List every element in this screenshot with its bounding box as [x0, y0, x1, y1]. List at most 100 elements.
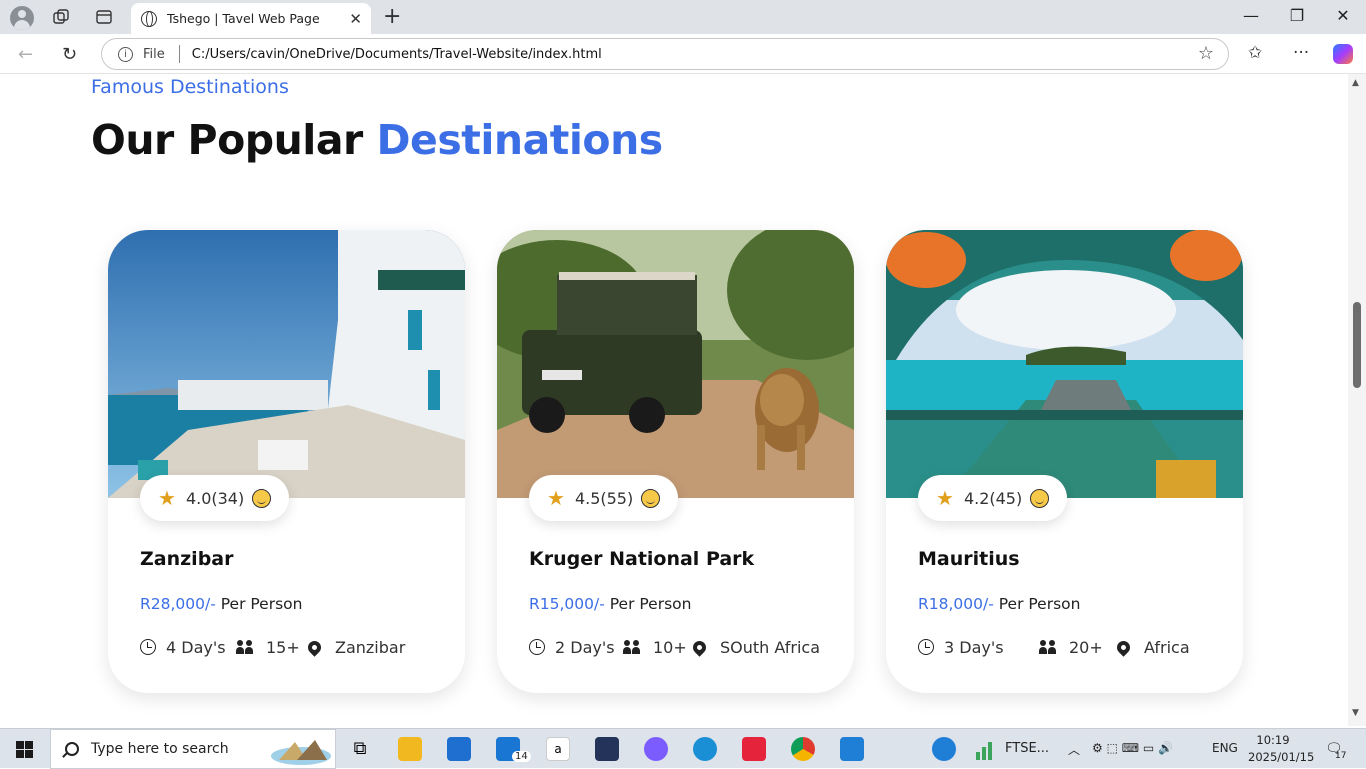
info-icon[interactable]: i [118, 46, 133, 62]
profile-icon[interactable] [10, 6, 34, 30]
location: Zanzibar [335, 637, 406, 657]
destination-card[interactable]: ★ 4.2(45) Mauritius R18,000/- Per Person… [886, 230, 1243, 693]
price-unit: Per Person [993, 595, 1081, 613]
heading-accent: Destinations [376, 116, 664, 164]
section-heading: Our Popular Destinations [91, 116, 663, 164]
help-icon[interactable] [932, 737, 956, 761]
price: R18,000/- Per Person [918, 595, 1080, 613]
tray-chevron-icon[interactable]: ︿ [1068, 741, 1080, 758]
destination-name[interactable]: Kruger National Park [529, 548, 754, 570]
destination-name[interactable]: Mauritius [918, 548, 1020, 570]
copilot-app-icon[interactable] [644, 737, 668, 761]
browser-tab-bar: Tshego | Tavel Web Page ✕ + — ❐ ✕ [0, 0, 1366, 34]
mail-badge: 14 [512, 751, 531, 762]
destination-image [497, 230, 854, 498]
language-indicator[interactable]: ENG [1212, 741, 1238, 755]
destination-card[interactable]: ★ 4.5(55) Kruger National Park R15,000/-… [497, 230, 854, 693]
file-explorer-icon[interactable] [398, 737, 422, 761]
chrome-icon[interactable] [791, 737, 815, 761]
taskbar-search[interactable]: Type here to search [50, 729, 336, 769]
vscode-icon[interactable] [840, 737, 864, 761]
favorite-star-icon[interactable]: ☆ [1198, 43, 1214, 64]
tab-title: Tshego | Tavel Web Page [167, 11, 320, 26]
smile-emoji-icon [252, 488, 272, 508]
price: R28,000/- Per Person [140, 595, 302, 613]
scroll-up-icon[interactable]: ▲ [1352, 78, 1359, 88]
ftse-widget[interactable]: FTSE... [1005, 741, 1049, 756]
group-size: 20+ [1069, 637, 1103, 657]
star-icon: ★ [547, 486, 565, 510]
app-icon[interactable] [595, 737, 619, 761]
notification-count: 17 [1335, 751, 1347, 761]
back-icon[interactable]: ← [18, 44, 33, 65]
group-icon [236, 640, 254, 654]
duration: 3 Day's [944, 637, 1004, 657]
close-tab-icon[interactable]: ✕ [349, 10, 362, 28]
globe-icon [141, 10, 157, 27]
rating-value: 4.2(45) [963, 488, 1023, 508]
tray-status-icons[interactable]: ⚙ ⬚ ⌨ ▭ 🔊 [1092, 741, 1173, 755]
store-icon[interactable] [447, 737, 471, 761]
dailymotion-icon[interactable] [742, 737, 766, 761]
destination-name[interactable]: Zanzibar [140, 548, 234, 570]
search-highlight-icon [271, 740, 331, 765]
price-unit: Per Person [215, 595, 303, 613]
location: Africa [1144, 637, 1190, 657]
favorites-icon[interactable]: ✩ [1248, 43, 1262, 63]
group-size: 15+ [266, 637, 300, 657]
price-unit: Per Person [604, 595, 692, 613]
task-view-icon[interactable]: ⧉ [348, 737, 372, 761]
price-amount: R18,000/- [918, 595, 994, 613]
location-pin-icon [690, 637, 709, 657]
rating-badge: ★ 4.5(55) [529, 475, 679, 521]
date: 2025/01/15 [1248, 750, 1315, 764]
tab-actions-icon[interactable] [95, 8, 113, 26]
trip-meta: 4 Day's 15+ Zanzibar [140, 636, 440, 658]
scroll-down-icon[interactable]: ▼ [1352, 708, 1359, 718]
refresh-icon[interactable]: ↻ [62, 44, 77, 65]
group-icon [623, 640, 641, 654]
address-bar[interactable]: i File C:/Users/cavin/OneDrive/Documents… [101, 38, 1229, 70]
duration: 4 Day's [166, 637, 226, 657]
close-window-icon[interactable]: ✕ [1328, 6, 1358, 25]
new-tab-icon[interactable]: + [383, 4, 401, 29]
stocks-icon[interactable] [974, 738, 998, 760]
minimize-icon[interactable]: — [1236, 6, 1266, 25]
rating-value: 4.5(55) [574, 488, 634, 508]
price: R15,000/- Per Person [529, 595, 691, 613]
rating-badge: ★ 4.0(34) [140, 475, 290, 521]
wink-emoji-icon [641, 488, 661, 508]
destination-image [886, 230, 1243, 498]
divider [178, 45, 180, 63]
search-icon [65, 742, 79, 756]
tab-active[interactable]: Tshego | Tavel Web Page ✕ [131, 3, 371, 34]
duration: 2 Day's [555, 637, 615, 657]
search-placeholder: Type here to search [91, 741, 229, 757]
web-page: Famous Destinations Our Popular Destinat… [0, 74, 1348, 726]
trip-meta: 2 Day's 10+ SOuth Africa [529, 636, 829, 658]
heading-main: Our Popular [91, 116, 377, 164]
workspaces-icon[interactable] [52, 8, 70, 26]
price-amount: R15,000/- [529, 595, 605, 613]
star-icon: ★ [158, 486, 176, 510]
copilot-icon[interactable] [1333, 44, 1353, 64]
restore-icon[interactable]: ❐ [1282, 6, 1312, 25]
scroll-thumb[interactable] [1353, 302, 1361, 388]
more-menu-icon[interactable]: ··· [1293, 43, 1309, 63]
star-icon: ★ [936, 486, 954, 510]
clock-icon [529, 639, 545, 655]
destination-card[interactable]: ★ 4.0(34) Zanzibar R28,000/- Per Person … [108, 230, 465, 693]
group-size: 10+ [653, 637, 687, 657]
location-pin-icon [1114, 637, 1133, 657]
edge-icon[interactable] [693, 737, 717, 761]
page-scrollbar[interactable]: ▲ ▼ [1348, 74, 1366, 726]
url-text[interactable]: C:/Users/cavin/OneDrive/Documents/Travel… [192, 47, 602, 62]
amazon-icon[interactable]: a [546, 737, 570, 761]
location: SOuth Africa [720, 637, 821, 657]
smile-emoji-icon [1030, 488, 1050, 508]
system-clock[interactable]: 10:19 2025/01/15 [1248, 732, 1315, 766]
clock-icon [918, 639, 934, 655]
windows-taskbar: Type here to search ⧉ 14 a FTSE... ︿ ⚙ ⬚… [0, 728, 1366, 769]
start-button-icon[interactable] [16, 741, 33, 758]
trip-meta: 3 Day's 20+ Africa [918, 636, 1218, 658]
